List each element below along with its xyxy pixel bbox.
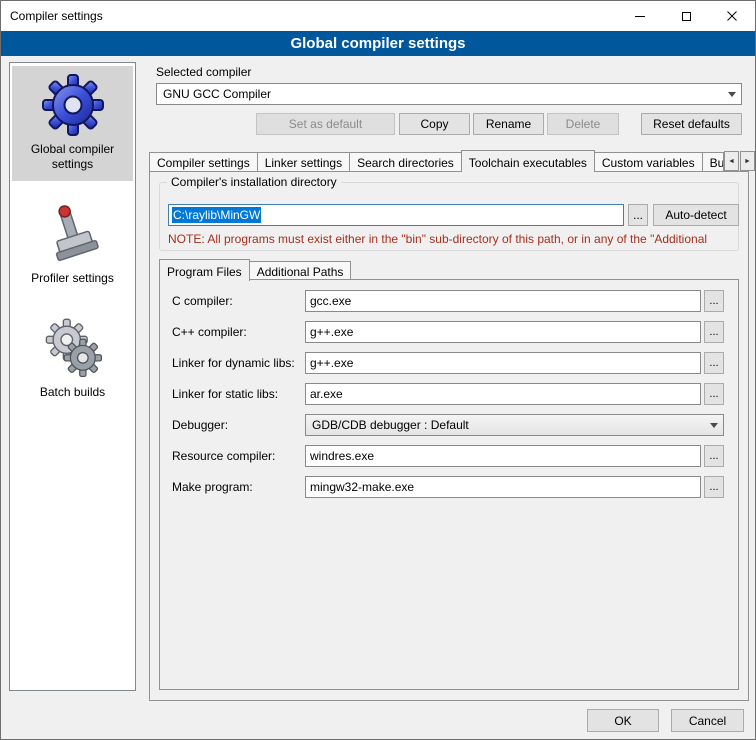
window-title: Compiler settings <box>1 9 103 23</box>
dynamic-linker-input[interactable] <box>305 352 701 374</box>
maximize-icon <box>682 12 691 21</box>
settings-category-list: Global compiler settings Profiler settin… <box>9 62 136 691</box>
field-row-debugger: Debugger: GDB/CDB debugger : Default <box>172 414 724 436</box>
tab-scroll-left-button[interactable]: ◄ <box>724 151 739 171</box>
field-label: Resource compiler: <box>172 449 305 463</box>
compiler-settings-dialog: Compiler settings Global compiler settin… <box>0 0 756 740</box>
make-program-input[interactable] <box>305 476 701 498</box>
settings-tab-strip: Compiler settings Linker settings Search… <box>149 150 723 171</box>
minimize-button[interactable] <box>617 1 663 31</box>
field-row-make-program: Make program: ... <box>172 476 724 498</box>
c-compiler-input[interactable] <box>305 290 701 312</box>
field-label: C compiler: <box>172 294 305 308</box>
minimize-icon <box>635 16 645 17</box>
delete-button[interactable]: Delete <box>547 113 619 135</box>
field-row-dynamic-linker: Linker for dynamic libs: ... <box>172 352 724 374</box>
blue-gear-icon <box>41 73 105 137</box>
copy-button[interactable]: Copy <box>399 113 470 135</box>
sidebar-item-profiler-settings[interactable]: Profiler settings <box>12 195 133 295</box>
field-label: Linker for static libs: <box>172 387 305 401</box>
field-row-c-compiler: C compiler: ... <box>172 290 724 312</box>
window-controls <box>617 1 755 31</box>
reset-defaults-button[interactable]: Reset defaults <box>641 113 742 135</box>
tab-custom-variables[interactable]: Custom variables <box>594 152 703 171</box>
sidebar-item-global-compiler-settings[interactable]: Global compiler settings <box>12 66 133 181</box>
maximize-button[interactable] <box>663 1 709 31</box>
field-label: Debugger: <box>172 418 305 432</box>
profiler-tool-icon <box>41 202 105 266</box>
tab-compiler-settings[interactable]: Compiler settings <box>149 152 258 171</box>
tab-additional-paths[interactable]: Additional Paths <box>249 261 352 280</box>
title-bar: Compiler settings <box>1 1 755 31</box>
sidebar-item-label: Global compiler settings <box>14 142 131 172</box>
tab-scroll-right-button[interactable]: ► <box>740 151 755 171</box>
debugger-select-value: GDB/CDB debugger : Default <box>312 418 469 432</box>
field-label: C++ compiler: <box>172 325 305 339</box>
sidebar-item-label: Batch builds <box>14 385 131 400</box>
set-as-default-button[interactable]: Set as default <box>256 113 395 135</box>
install-dir-group-title: Compiler's installation directory <box>167 175 341 189</box>
install-dir-input[interactable]: C:\raylib\MinGW <box>168 204 624 226</box>
close-button[interactable] <box>709 1 755 31</box>
field-row-static-linker: Linker for static libs: ... <box>172 383 724 405</box>
chevron-down-icon <box>723 85 740 103</box>
compiler-select-value: GNU GCC Compiler <box>163 87 271 101</box>
browse-button[interactable]: ... <box>704 290 724 312</box>
sidebar-item-label: Profiler settings <box>14 271 131 286</box>
dialog-header: Global compiler settings <box>1 31 755 56</box>
tab-build-options[interactable]: Buil <box>702 152 724 171</box>
program-files-page: C compiler: ... C++ compiler: ... Linker… <box>159 279 739 690</box>
install-dir-browse-button[interactable]: ... <box>628 204 648 226</box>
cpp-compiler-input[interactable] <box>305 321 701 343</box>
auto-detect-button[interactable]: Auto-detect <box>653 204 739 226</box>
gray-gears-icon <box>41 316 105 380</box>
rename-button[interactable]: Rename <box>473 113 544 135</box>
ok-button[interactable]: OK <box>587 709 659 732</box>
cancel-button[interactable]: Cancel <box>671 709 744 732</box>
install-dir-selected-text: C:\raylib\MinGW <box>172 207 261 223</box>
field-row-cpp-compiler: C++ compiler: ... <box>172 321 724 343</box>
programs-tab-strip: Program Files Additional Paths <box>159 259 350 280</box>
resource-compiler-input[interactable] <box>305 445 701 467</box>
compiler-select[interactable]: GNU GCC Compiler <box>156 83 742 105</box>
tab-search-directories[interactable]: Search directories <box>349 152 462 171</box>
tab-scroll-buttons: ◄ ► <box>723 151 755 171</box>
install-dir-note: NOTE: All programs must exist either in … <box>168 232 738 246</box>
sidebar-item-batch-builds[interactable]: Batch builds <box>12 309 133 409</box>
selected-compiler-label: Selected compiler <box>156 65 251 79</box>
browse-button[interactable]: ... <box>704 476 724 498</box>
browse-button[interactable]: ... <box>704 445 724 467</box>
debugger-select[interactable]: GDB/CDB debugger : Default <box>305 414 724 436</box>
chevron-down-icon <box>705 416 722 434</box>
field-label: Make program: <box>172 480 305 494</box>
field-row-resource-compiler: Resource compiler: ... <box>172 445 724 467</box>
browse-button[interactable]: ... <box>704 321 724 343</box>
static-linker-input[interactable] <box>305 383 701 405</box>
tab-linker-settings[interactable]: Linker settings <box>257 152 350 171</box>
field-label: Linker for dynamic libs: <box>172 356 305 370</box>
tab-toolchain-executables[interactable]: Toolchain executables <box>461 150 595 172</box>
browse-button[interactable]: ... <box>704 352 724 374</box>
close-icon <box>727 11 737 21</box>
tab-program-files[interactable]: Program Files <box>159 259 250 281</box>
browse-button[interactable]: ... <box>704 383 724 405</box>
